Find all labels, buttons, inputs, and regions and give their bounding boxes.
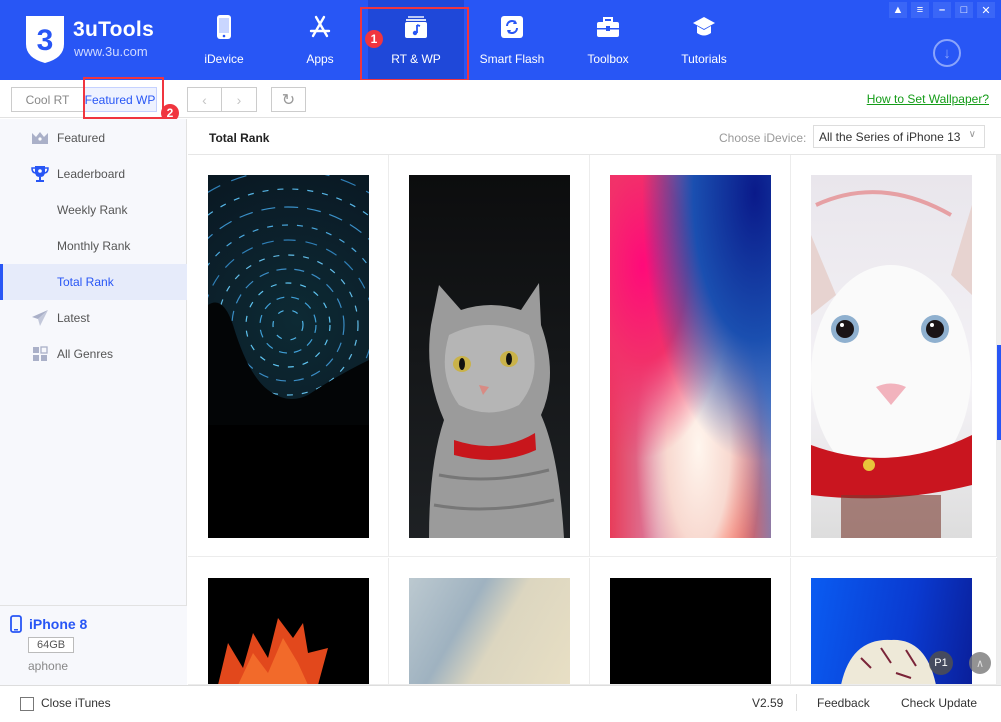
choose-idevice-label: Choose iDevice: (719, 131, 807, 145)
page-title: Total Rank (209, 131, 270, 145)
sidebar-item-label: Total Rank (57, 275, 114, 289)
app-url: www.3u.com (74, 44, 148, 59)
wallpaper-thumbnail[interactable] (208, 578, 369, 684)
sidebar-item-all-genres[interactable]: All Genres (0, 336, 187, 372)
menu-icon[interactable]: ≡ (911, 2, 929, 18)
wallpaper-card[interactable] (188, 155, 389, 557)
wallpaper-card[interactable] (791, 155, 997, 557)
sidebar: Featured Leaderboard Weekly Rank Monthly… (0, 119, 187, 685)
check-update-link[interactable]: Check Update (901, 696, 977, 710)
toolbox-icon (597, 17, 619, 37)
nav-label: Apps (306, 52, 334, 66)
app-name: 3uTools (73, 18, 155, 41)
wallpaper-thumbnail[interactable] (811, 175, 972, 538)
refresh-button[interactable]: ↻ (271, 87, 306, 112)
annotation-box-2 (83, 77, 164, 119)
download-icon[interactable]: ↓ (933, 39, 961, 67)
wallpaper-thumbnail[interactable] (409, 578, 570, 684)
wallpaper-thumbnail[interactable] (208, 175, 369, 538)
sidebar-item-label: Weekly Rank (57, 203, 128, 217)
wallpaper-card[interactable] (188, 558, 389, 685)
scrollbar-thumb[interactable] (997, 345, 1001, 440)
choose-idevice-value: All the Series of iPhone 13 (819, 130, 961, 144)
sidebar-item-leaderboard[interactable]: Leaderboard (0, 156, 187, 192)
nav-tutorials[interactable]: Tutorials (656, 0, 752, 80)
white-kitten-image (811, 190, 972, 538)
sidebar-item-label: All Genres (57, 347, 114, 361)
phone-icon (217, 15, 231, 39)
scroll-to-top-button[interactable]: ∧ (969, 652, 991, 674)
minimize-icon[interactable]: – (933, 2, 951, 18)
trophy-icon (31, 166, 49, 182)
grey-cat-image (429, 283, 564, 538)
wallpaper-thumbnail[interactable] (409, 175, 570, 538)
sidebar-item-featured[interactable]: Featured (0, 120, 187, 156)
maximize-icon[interactable]: □ (955, 2, 973, 18)
star-trails-image (208, 175, 369, 538)
grid-icon (33, 346, 48, 361)
feedback-link[interactable]: Feedback (817, 696, 870, 710)
sidebar-item-weekly-rank[interactable]: Weekly Rank (0, 192, 187, 228)
how-to-set-wallpaper-link[interactable]: How to Set Wallpaper? (867, 92, 989, 106)
svg-text:3: 3 (37, 24, 54, 57)
wallpaper-card[interactable] (389, 155, 590, 557)
status-bar: Close iTunes V2.59 Feedback Check Update (0, 685, 1001, 722)
refresh-icon (501, 16, 523, 38)
paper-plane-icon (32, 310, 48, 326)
app-store-icon (309, 15, 331, 38)
wallpaper-card[interactable] (590, 155, 791, 557)
device-name[interactable]: iPhone 8 (29, 616, 87, 632)
annotation-badge-1: 1 (365, 30, 383, 48)
skin-icon[interactable]: ▲ (889, 2, 907, 18)
window-controls: ▲ ≡ – □ ✕ (889, 2, 995, 18)
close-icon[interactable]: ✕ (977, 2, 995, 18)
sidebar-item-label: Featured (57, 131, 106, 145)
content-header: Total Rank Choose iDevice: All the Serie… (188, 119, 1001, 155)
nav-idevice[interactable]: iDevice (176, 0, 272, 80)
forward-button[interactable]: › (222, 87, 257, 112)
page-indicator: P1 (929, 651, 953, 675)
close-itunes-label[interactable]: Close iTunes (41, 696, 111, 710)
nav-label: Toolbox (587, 52, 629, 66)
device-panel: iPhone 8 64GB aphone (0, 605, 187, 685)
phone-icon (10, 615, 22, 633)
sidebar-item-total-rank[interactable]: Total Rank (0, 264, 187, 300)
nav-label: iDevice (204, 52, 244, 66)
nav-smart-flash[interactable]: Smart Flash (464, 0, 560, 80)
version-label: V2.59 (752, 696, 784, 710)
close-itunes-checkbox[interactable] (20, 697, 34, 711)
wallpaper-card[interactable] (389, 558, 590, 685)
wallpaper-thumbnail[interactable] (610, 175, 771, 538)
wallpaper-thumbnail[interactable] (610, 578, 771, 684)
graduation-cap-icon (693, 17, 715, 36)
chevron-down-icon: ∨ (968, 129, 976, 140)
betta-fish-image (218, 618, 328, 684)
3utools-logo: 3 (26, 16, 64, 63)
sidebar-item-label: Monthly Rank (57, 239, 131, 253)
nav-label: Smart Flash (479, 52, 545, 66)
tab-cool-rt[interactable]: Cool RT (11, 87, 83, 112)
nav-label: Tutorials (681, 52, 727, 66)
choose-idevice-select[interactable]: All the Series of iPhone 13 ∨ (813, 125, 985, 148)
device-capacity: 64GB (28, 637, 75, 653)
device-user: aphone (28, 659, 69, 673)
sidebar-item-latest[interactable]: Latest (0, 300, 187, 336)
nav-apps[interactable]: Apps (272, 0, 368, 80)
sidebar-item-label: Leaderboard (57, 167, 126, 181)
sidebar-item-monthly-rank[interactable]: Monthly Rank (0, 228, 187, 264)
divider (796, 694, 797, 711)
nav-toolbox[interactable]: Toolbox (560, 0, 656, 80)
sidebar-item-label: Latest (57, 311, 90, 325)
crown-icon (32, 132, 48, 144)
app-header: 3 3uTools www.3u.com iDevice Apps RT & W… (0, 0, 1001, 80)
wallpaper-card[interactable] (791, 558, 997, 685)
wallpaper-card[interactable] (590, 558, 791, 685)
back-button[interactable]: ‹ (187, 87, 222, 112)
